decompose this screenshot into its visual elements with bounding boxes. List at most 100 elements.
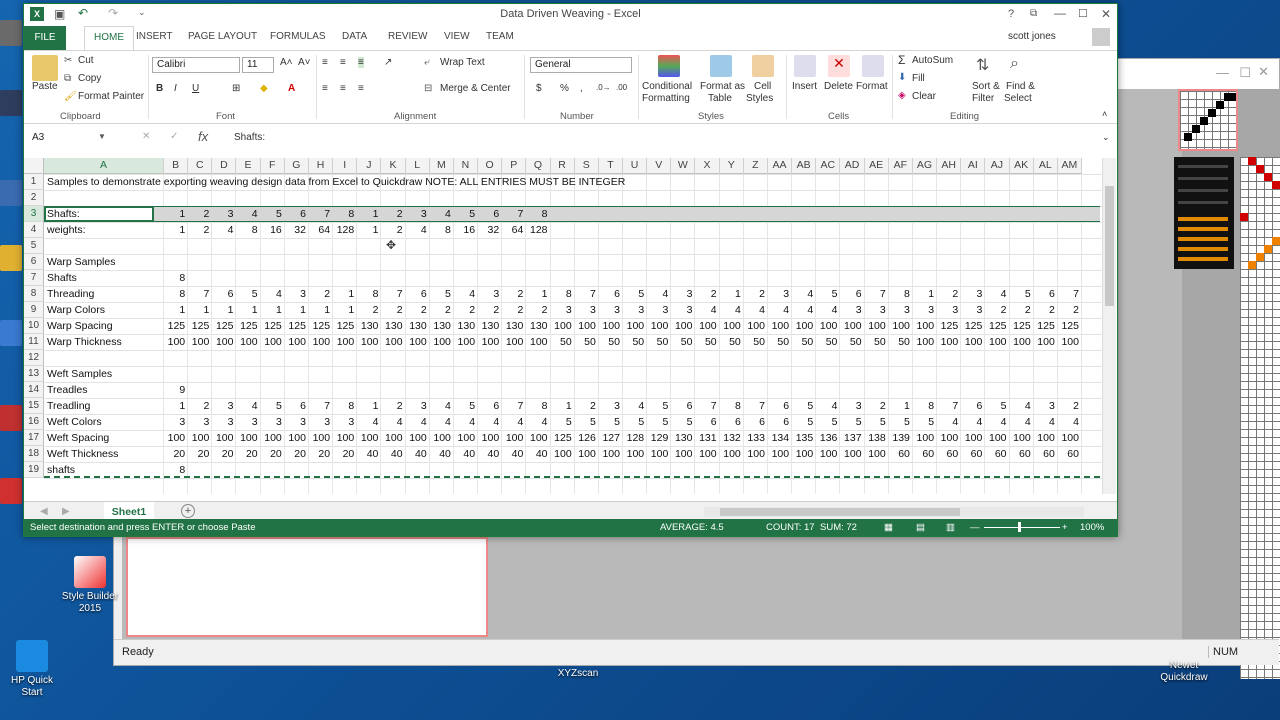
cell-s15[interactable]: 2: [575, 398, 599, 414]
column-header-h[interactable]: H: [308, 158, 334, 174]
row-header-6[interactable]: 6: [24, 254, 44, 270]
cell-e16[interactable]: 3: [236, 414, 260, 430]
close-icon[interactable]: ✕: [1101, 7, 1111, 21]
cell-v18[interactable]: 100: [647, 446, 671, 462]
cell-j15[interactable]: 1: [357, 398, 381, 414]
column-header-w[interactable]: W: [671, 158, 696, 174]
cell-o4[interactable]: 32: [478, 222, 502, 238]
page-break-view-icon[interactable]: ▥: [946, 522, 955, 533]
column-header-ai[interactable]: AI: [961, 158, 986, 174]
cell-ab8[interactable]: 4: [792, 286, 816, 302]
cell-g18[interactable]: 20: [285, 446, 309, 462]
cell-d15[interactable]: 3: [212, 398, 236, 414]
scroll-left-icon[interactable]: ◀: [40, 506, 48, 517]
row-header-8[interactable]: 8: [24, 286, 44, 302]
cell-q10[interactable]: 130: [526, 318, 550, 334]
column-header-ac[interactable]: AC: [816, 158, 841, 174]
formula-input[interactable]: Shafts:: [234, 132, 265, 143]
cell-ab15[interactable]: 5: [792, 398, 816, 414]
cell-q11[interactable]: 100: [526, 334, 550, 350]
cell-am11[interactable]: 100: [1058, 334, 1082, 350]
cell-p4[interactable]: 64: [502, 222, 526, 238]
row-header-4[interactable]: 4: [24, 222, 44, 238]
cell-w10[interactable]: 100: [671, 318, 695, 334]
page-layout-view-icon[interactable]: ▤: [916, 522, 925, 533]
row-header-3[interactable]: 3: [24, 206, 44, 222]
name-box-dropdown-icon[interactable]: ▼: [98, 132, 106, 141]
find-select-icon[interactable]: ⌕: [1010, 55, 1019, 73]
desktop-icon-style-builder[interactable]: Style Builder 2015: [58, 556, 122, 615]
cell-y10[interactable]: 100: [720, 318, 744, 334]
cell-g3[interactable]: 6: [285, 206, 309, 222]
cell-af18[interactable]: 60: [889, 446, 913, 462]
cell-aa9[interactable]: 4: [768, 302, 792, 318]
column-header-ad[interactable]: AD: [840, 158, 865, 174]
find-select-button[interactable]: Find &: [1006, 81, 1035, 92]
cell-d18[interactable]: 20: [212, 446, 236, 462]
copy-icon[interactable]: ⧉: [64, 73, 71, 84]
cell-ad18[interactable]: 100: [840, 446, 864, 462]
cell-j8[interactable]: 8: [357, 286, 381, 302]
cell-aj9[interactable]: 2: [985, 302, 1009, 318]
cell-f17[interactable]: 100: [261, 430, 285, 446]
column-header-al[interactable]: AL: [1033, 158, 1058, 174]
bold-button[interactable]: B: [156, 83, 163, 94]
cell-q8[interactable]: 1: [526, 286, 550, 302]
cell-f15[interactable]: 5: [261, 398, 285, 414]
cell-h3[interactable]: 7: [309, 206, 333, 222]
cell-ak9[interactable]: 2: [1010, 302, 1034, 318]
clear-button[interactable]: Clear: [912, 91, 936, 102]
cell-a18[interactable]: Weft Thickness: [44, 446, 118, 462]
cell-aj16[interactable]: 4: [985, 414, 1009, 430]
cell-x9[interactable]: 4: [695, 302, 719, 318]
tab-home[interactable]: HOME: [84, 26, 134, 50]
cell-v16[interactable]: 5: [647, 414, 671, 430]
cell-b7[interactable]: 8: [164, 270, 188, 286]
cell-g10[interactable]: 125: [285, 318, 309, 334]
cell-af9[interactable]: 3: [889, 302, 913, 318]
cell-al9[interactable]: 2: [1034, 302, 1058, 318]
column-header-q[interactable]: Q: [526, 158, 551, 174]
conditional-formatting-label2[interactable]: Formatting: [642, 93, 690, 104]
cell-d3[interactable]: 3: [212, 206, 236, 222]
cell-ae16[interactable]: 5: [865, 414, 889, 430]
desktop-edge-icon[interactable]: [0, 180, 22, 206]
cell-b8[interactable]: 8: [164, 286, 188, 302]
cell-u15[interactable]: 4: [623, 398, 647, 414]
cell-w16[interactable]: 5: [671, 414, 695, 430]
column-header-j[interactable]: J: [357, 158, 382, 174]
cell-v10[interactable]: 100: [647, 318, 671, 334]
zoom-level[interactable]: 100%: [1080, 522, 1104, 533]
column-header-ag[interactable]: AG: [912, 158, 938, 174]
cell-l10[interactable]: 130: [406, 318, 430, 334]
cell-af15[interactable]: 1: [889, 398, 913, 414]
tab-page-layout[interactable]: PAGE LAYOUT: [188, 31, 257, 42]
insert-cells-button[interactable]: Insert: [792, 81, 817, 92]
orientation-icon[interactable]: ↗: [384, 57, 392, 68]
tab-data[interactable]: DATA: [342, 31, 367, 42]
cell-m3[interactable]: 4: [430, 206, 454, 222]
cell-c8[interactable]: 7: [188, 286, 212, 302]
cell-f3[interactable]: 5: [261, 206, 285, 222]
cell-b11[interactable]: 100: [164, 334, 188, 350]
cell-am8[interactable]: 7: [1058, 286, 1082, 302]
cell-ae9[interactable]: 3: [865, 302, 889, 318]
cell-y17[interactable]: 132: [720, 430, 744, 446]
cell-q17[interactable]: 100: [526, 430, 550, 446]
cell-h4[interactable]: 64: [309, 222, 333, 238]
cell-am9[interactable]: 2: [1058, 302, 1082, 318]
cell-ae15[interactable]: 2: [865, 398, 889, 414]
cell-d17[interactable]: 100: [212, 430, 236, 446]
cell-p18[interactable]: 40: [502, 446, 526, 462]
cell-al8[interactable]: 6: [1034, 286, 1058, 302]
cell-t15[interactable]: 3: [599, 398, 623, 414]
cell-j9[interactable]: 2: [357, 302, 381, 318]
underline-button[interactable]: U: [192, 83, 199, 94]
percent-icon[interactable]: %: [560, 83, 569, 94]
row-header-5[interactable]: 5: [24, 238, 44, 254]
cell-i17[interactable]: 100: [333, 430, 357, 446]
sort-filter-label2[interactable]: Filter: [972, 93, 994, 104]
cell-u18[interactable]: 100: [623, 446, 647, 462]
select-all-corner[interactable]: [24, 158, 44, 174]
cell-ad17[interactable]: 137: [840, 430, 864, 446]
